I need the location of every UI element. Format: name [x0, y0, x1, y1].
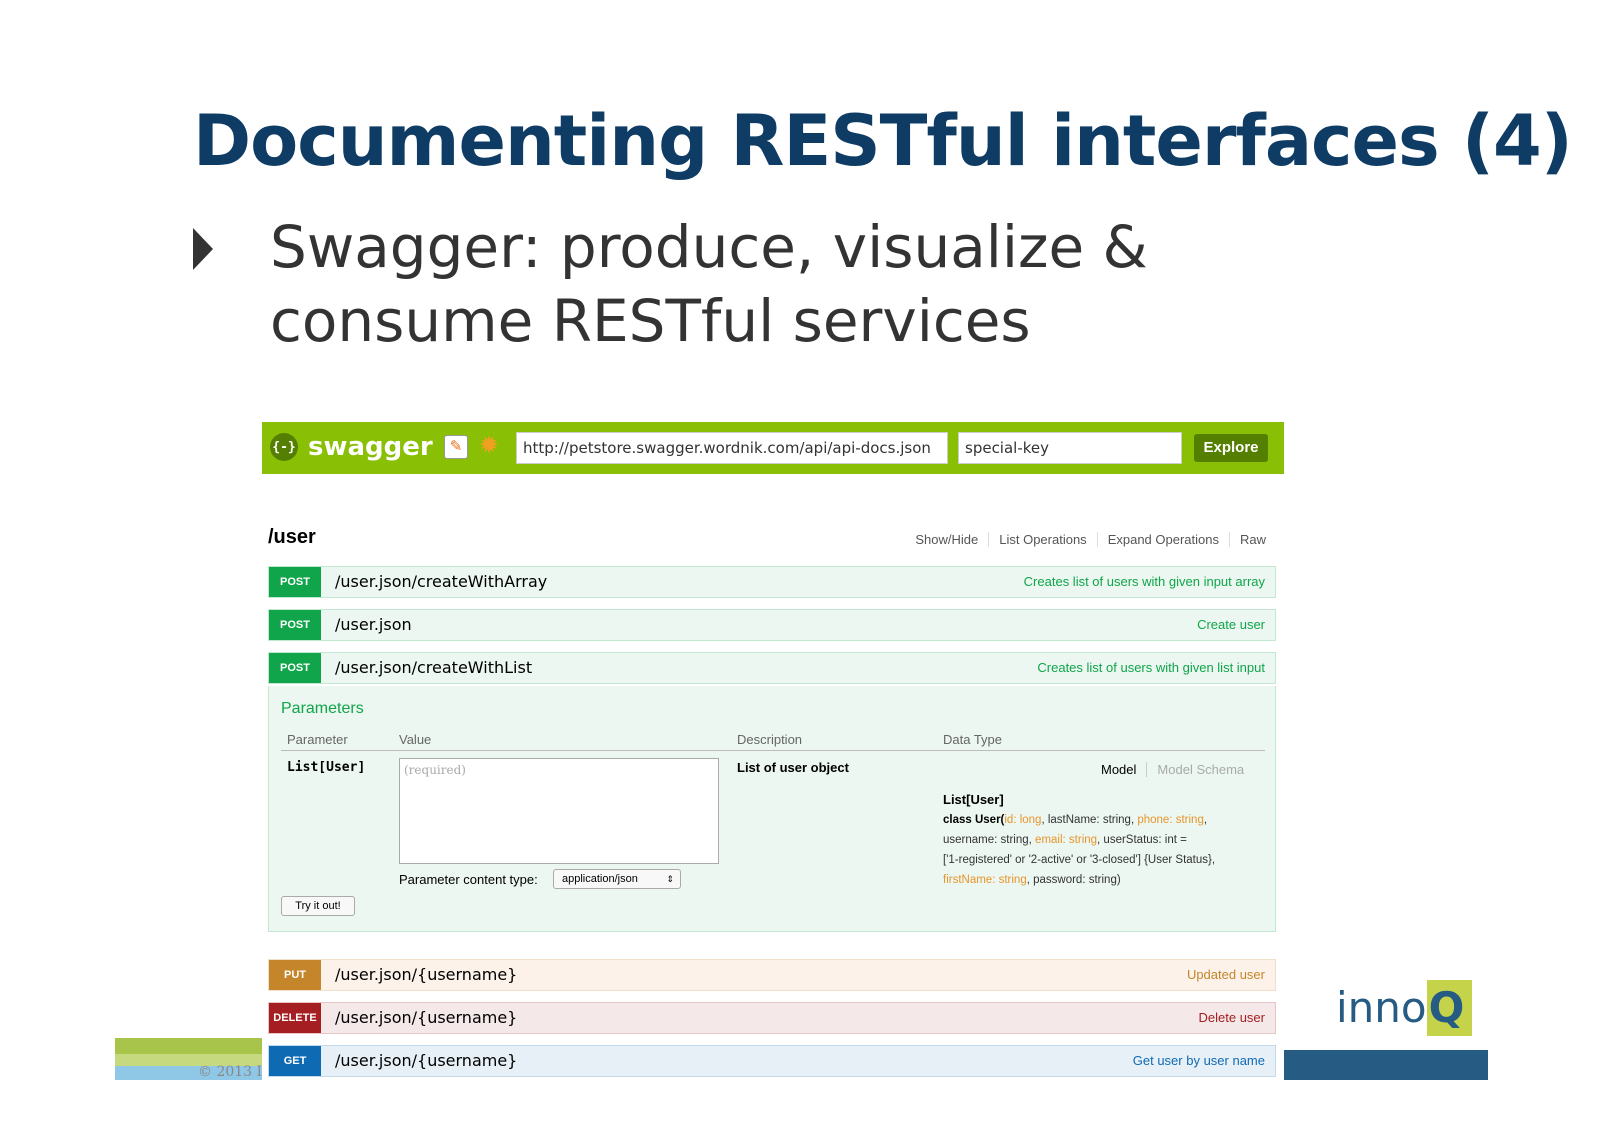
expand-operations-link[interactable]: Expand Operations	[1098, 532, 1230, 547]
column-header-value: Value	[399, 732, 432, 747]
show-hide-link[interactable]: Show/Hide	[905, 532, 990, 547]
operation-path[interactable]: /user.json/createWithArray	[335, 567, 547, 597]
parameter-description: List of user object	[737, 760, 849, 775]
operation-path[interactable]: /user.json/{username}	[335, 1046, 517, 1076]
tab-model[interactable]: Model	[1101, 762, 1148, 777]
bullet-triangle-icon	[193, 228, 213, 270]
content-type-select[interactable]: application/json ⇕	[553, 869, 681, 889]
resource-links: Show/Hide List Operations Expand Operati…	[905, 532, 1266, 547]
header-divider	[281, 750, 1265, 751]
resource-title[interactable]: /user	[268, 526, 316, 549]
select-arrows-icon: ⇕	[666, 874, 674, 884]
method-badge: DELETE	[269, 1003, 321, 1033]
column-header-data-type: Data Type	[943, 732, 1003, 747]
swagger-logo-text: swagger	[308, 432, 433, 462]
operation-row[interactable]: POST /user.json Create user	[268, 609, 1276, 641]
method-badge: POST	[269, 653, 321, 683]
operation-row[interactable]: POST /user.json/createWithList Creates l…	[268, 652, 1276, 684]
operation-summary[interactable]: Creates list of users with given input a…	[1024, 567, 1265, 597]
list-operations-link[interactable]: List Operations	[989, 532, 1098, 547]
content-type-label: Parameter content type:	[399, 872, 538, 887]
swagger-header: {-} swagger ✎ ✹ http://petstore.swagger.…	[262, 422, 1284, 474]
operation-path[interactable]: /user.json/createWithList	[335, 653, 532, 683]
parameter-value-textarea[interactable]: (required)	[399, 758, 719, 864]
operation-details-panel: Parameters Parameter Value Description D…	[268, 686, 1276, 932]
data-type-tabs: Model Model Schema	[1101, 762, 1244, 777]
parameter-name: List[User]	[287, 760, 366, 775]
method-badge: POST	[269, 610, 321, 640]
gear-icon[interactable]: ✹	[476, 433, 502, 459]
explore-button[interactable]: Explore	[1194, 434, 1268, 462]
method-badge: POST	[269, 567, 321, 597]
try-it-out-button[interactable]: Try it out!	[281, 896, 355, 916]
column-header-parameter: Parameter	[287, 732, 348, 747]
innoq-logo: innoQ	[1336, 980, 1473, 1036]
operation-path[interactable]: /user.json/{username}	[335, 1003, 517, 1033]
operation-row[interactable]: PUT /user.json/{username} Updated user	[268, 959, 1276, 991]
api-url-input[interactable]: http://petstore.swagger.wordnik.com/api/…	[516, 432, 948, 464]
operation-row[interactable]: POST /user.json/createWithArray Creates …	[268, 566, 1276, 598]
pencil-icon[interactable]: ✎	[444, 435, 468, 459]
copyright-text: © 2013 I	[198, 1064, 263, 1080]
operation-summary[interactable]: Creates list of users with given list in…	[1037, 653, 1265, 683]
operation-row[interactable]: DELETE /user.json/{username} Delete user	[268, 1002, 1276, 1034]
operation-summary[interactable]: Updated user	[1187, 960, 1265, 990]
operation-path[interactable]: /user.json	[335, 610, 412, 640]
content-type-value: application/json	[562, 873, 638, 885]
swagger-logo-icon: {-}	[270, 433, 298, 461]
operation-summary[interactable]: Delete user	[1199, 1003, 1265, 1033]
method-badge: PUT	[269, 960, 321, 990]
parameters-heading: Parameters	[281, 700, 364, 717]
operation-summary[interactable]: Create user	[1197, 610, 1265, 640]
model-title: List[User]	[943, 792, 1004, 807]
footer-stripe	[115, 1038, 262, 1054]
operation-path[interactable]: /user.json/{username}	[335, 960, 517, 990]
operation-row[interactable]: GET /user.json/{username} Get user by us…	[268, 1045, 1276, 1077]
tab-model-schema[interactable]: Model Schema	[1147, 762, 1244, 777]
api-key-input[interactable]: special-key	[958, 432, 1182, 464]
brand-bar	[1284, 1050, 1488, 1080]
raw-link[interactable]: Raw	[1230, 532, 1266, 547]
method-badge: GET	[269, 1046, 321, 1076]
model-signature: List[User] class User(id: long, lastName…	[943, 790, 1259, 890]
operation-summary[interactable]: Get user by user name	[1133, 1046, 1265, 1076]
slide-title: Documenting RESTful interfaces (4)	[193, 100, 1573, 182]
bullet-text: Swagger: produce, visualize & consume RE…	[270, 213, 1148, 355]
column-header-description: Description	[737, 732, 803, 747]
